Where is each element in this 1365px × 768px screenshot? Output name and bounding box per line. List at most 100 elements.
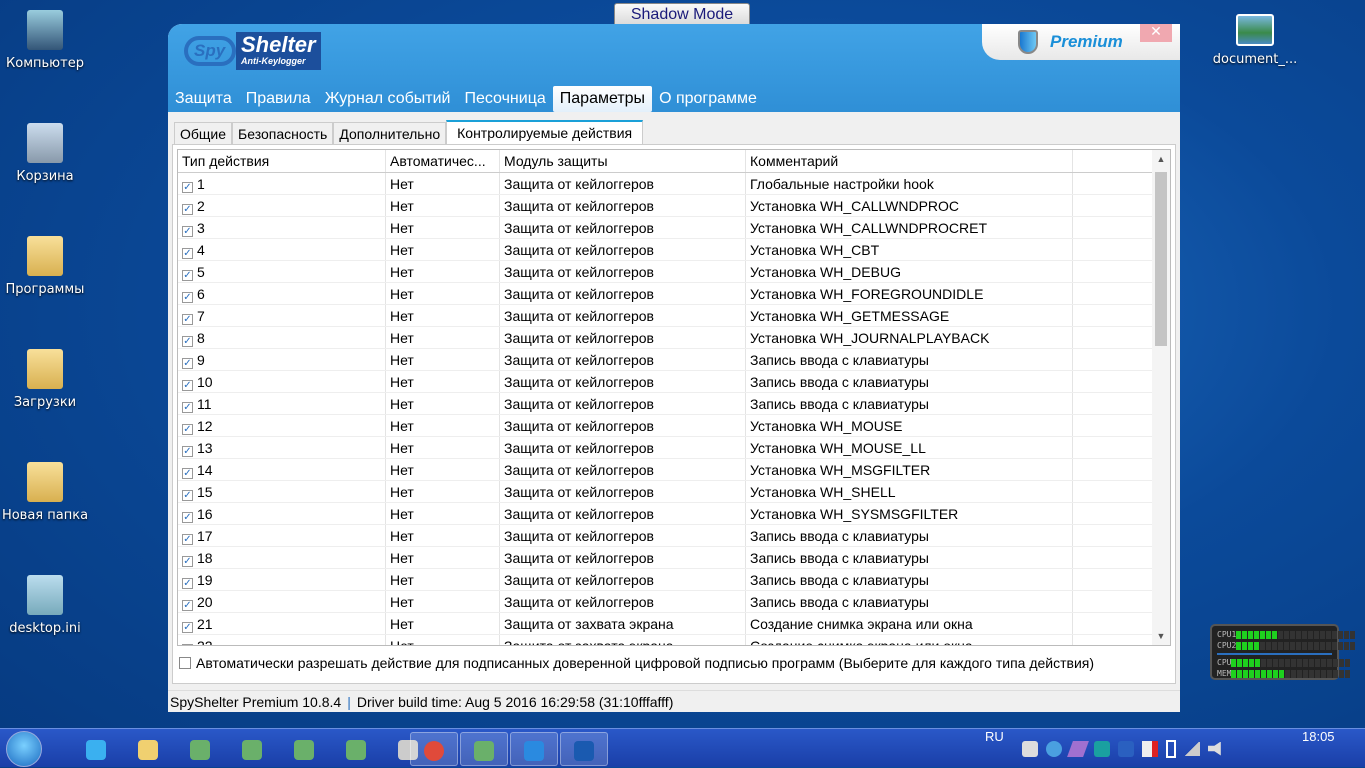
cpu-meter-gadget: CPU1 CPU2 CPU MEM [1210, 624, 1356, 680]
subtab-0[interactable]: Общие [174, 122, 233, 144]
desktop-icon-3[interactable]: Загрузки [0, 349, 90, 410]
table-header: Тип действия Автоматичес... Модуль защиты К… [178, 150, 1170, 173]
bar-segment [1236, 641, 1242, 650]
taskbar-item-5[interactable] [332, 732, 380, 766]
subtab-1[interactable]: Безопасность [232, 122, 334, 144]
cell: ✓ 13 [178, 437, 386, 458]
volume-icon[interactable] [1208, 741, 1221, 756]
vertical-scrollbar[interactable]: ▲ ▼ [1152, 150, 1170, 645]
checkbox-checked-icon[interactable]: ✓ [182, 182, 193, 193]
tab-1[interactable]: Правила [239, 86, 318, 112]
scroll-up-icon[interactable]: ▲ [1152, 150, 1170, 168]
checkbox-checked-icon[interactable]: ✓ [182, 446, 193, 457]
checkbox-checked-icon[interactable]: ✓ [182, 644, 193, 645]
tray-app-icon[interactable] [1022, 740, 1038, 757]
checkbox-icon[interactable] [179, 657, 191, 669]
table-row[interactable]: ✓ 5 Нет Защита от кейлоггеров Установка WH_D… [178, 261, 1170, 283]
checkbox-checked-icon[interactable]: ✓ [182, 490, 193, 501]
table-row[interactable]: ✓ 13 Нет Защита от кейлоггеров Установка WH_… [178, 437, 1170, 459]
clock[interactable]: 18:05 [1302, 729, 1335, 768]
checkbox-checked-icon[interactable]: ✓ [182, 270, 193, 281]
battery-icon[interactable] [1166, 739, 1176, 758]
checkbox-checked-icon[interactable]: ✓ [182, 512, 193, 523]
taskbar-item-9[interactable] [510, 732, 558, 766]
network-signal-icon[interactable] [1184, 741, 1200, 756]
action-center-icon[interactable] [1142, 740, 1158, 757]
desktop-icon-2[interactable]: Программы [0, 236, 90, 297]
checkbox-checked-icon[interactable]: ✓ [182, 424, 193, 435]
close-button[interactable]: ✕ [1140, 24, 1172, 42]
checkbox-checked-icon[interactable]: ✓ [182, 358, 193, 369]
table-row[interactable]: ✓ 16 Нет Защита от кейлоггеров Установка WH_… [178, 503, 1170, 525]
checkbox-checked-icon[interactable]: ✓ [182, 556, 193, 567]
table-row[interactable]: ✓ 1 Нет Защита от кейлоггеров Глобальные нас… [178, 173, 1170, 195]
desktop-icon-1[interactable]: Корзина [0, 123, 90, 184]
taskbar-item-8[interactable] [460, 732, 508, 766]
desktop-icon-0[interactable]: Компьютер [0, 10, 90, 71]
checkbox-checked-icon[interactable]: ✓ [182, 292, 193, 303]
desktop-icon-5[interactable]: desktop.ini [0, 575, 90, 636]
table-row[interactable]: ✓ 10 Нет Защита от кейлоггеров Запись ввода … [178, 371, 1170, 393]
column-header-2[interactable]: Модуль защиты [500, 150, 746, 172]
taskbar-item-7[interactable] [410, 732, 458, 766]
checkbox-checked-icon[interactable]: ✓ [182, 248, 193, 259]
table-row[interactable]: ✓ 6 Нет Защита от кейлоггеров Установка WH_F… [178, 283, 1170, 305]
table-row[interactable]: ✓ 19 Нет Защита от кейлоггеров Запись ввода … [178, 569, 1170, 591]
checkbox-checked-icon[interactable]: ✓ [182, 578, 193, 589]
scroll-thumb[interactable] [1155, 172, 1167, 346]
column-header-3[interactable]: Комментарий [746, 150, 1073, 172]
cell: ✓ 6 [178, 283, 386, 304]
checkbox-checked-icon[interactable]: ✓ [182, 336, 193, 347]
table-row[interactable]: ✓ 17 Нет Защита от кейлоггеров Запись ввода … [178, 525, 1170, 547]
tab-5[interactable]: О программе [652, 86, 764, 112]
table-row[interactable]: ✓ 8 Нет Защита от кейлоггеров Установка WH_J… [178, 327, 1170, 349]
checkbox-checked-icon[interactable]: ✓ [182, 468, 193, 479]
table-row[interactable]: ✓ 20 Нет Защита от кейлоггеров Запись ввода … [178, 591, 1170, 613]
tray-app-icon[interactable] [1046, 740, 1062, 757]
desktop-icon-4[interactable]: Новая папка [0, 462, 90, 523]
scroll-down-icon[interactable]: ▼ [1152, 627, 1170, 645]
table-row[interactable]: ✓ 18 Нет Защита от кейлоггеров Запись ввода … [178, 547, 1170, 569]
column-header-1[interactable]: Автоматичес... [386, 150, 500, 172]
taskbar-item-3[interactable] [228, 732, 276, 766]
taskbar-item-1[interactable] [124, 732, 172, 766]
table-row[interactable]: ✓ 12 Нет Защита от кейлоггеров Установка WH_… [178, 415, 1170, 437]
desktop-icon-document[interactable]: document_... [1210, 14, 1300, 67]
start-button[interactable] [6, 731, 42, 767]
subtab-3[interactable]: Контролируемые действия [446, 120, 644, 144]
table-row[interactable]: ✓ 14 Нет Защита от кейлоггеров Установка WH_… [178, 459, 1170, 481]
tab-3[interactable]: Песочница [457, 86, 552, 112]
tray-feather-icon[interactable] [1067, 740, 1089, 757]
column-header-0[interactable]: Тип действия [178, 150, 386, 172]
tray-cs-icon[interactable] [1118, 740, 1134, 757]
checkbox-checked-icon[interactable]: ✓ [182, 600, 193, 611]
table-row[interactable]: ✓ 15 Нет Защита от кейлоггеров Установка WH_… [178, 481, 1170, 503]
language-indicator[interactable]: RU [985, 729, 1004, 768]
checkbox-checked-icon[interactable]: ✓ [182, 402, 193, 413]
table-row[interactable]: ✓ 7 Нет Защита от кейлоггеров Установка WH_G… [178, 305, 1170, 327]
auto-allow-signed-checkbox[interactable]: Автоматически разрешать действие для под… [179, 655, 1094, 671]
tab-4[interactable]: Параметры [552, 86, 653, 112]
checkbox-checked-icon[interactable]: ✓ [182, 226, 193, 237]
table-row[interactable]: ✓ 3 Нет Защита от кейлоггеров Установка WH_C… [178, 217, 1170, 239]
checkbox-checked-icon[interactable]: ✓ [182, 534, 193, 545]
taskbar-item-2[interactable] [176, 732, 224, 766]
checkbox-checked-icon[interactable]: ✓ [182, 380, 193, 391]
tray-eset-icon[interactable] [1094, 740, 1110, 757]
table-row[interactable]: ✓ 4 Нет Защита от кейлоггеров Установка WH_C… [178, 239, 1170, 261]
tab-2[interactable]: Журнал событий [318, 86, 458, 112]
tab-0[interactable]: Защита [168, 86, 239, 112]
subtab-2[interactable]: Дополнительно [333, 122, 447, 144]
checkbox-checked-icon[interactable]: ✓ [182, 314, 193, 325]
cell-text: 7 [197, 308, 205, 324]
table-row[interactable]: ✓ 2 Нет Защита от кейлоггеров Установка WH_C… [178, 195, 1170, 217]
taskbar-item-4[interactable] [280, 732, 328, 766]
table-row[interactable]: ✓ 21 Нет Защита от захвата экрана Создание с… [178, 613, 1170, 635]
table-row[interactable]: ✓ 11 Нет Защита от кейлоггеров Запись ввода … [178, 393, 1170, 415]
table-row[interactable]: ✓ 22 Нет Защита от захвата экрана Создание с… [178, 635, 1170, 645]
taskbar-item-10[interactable] [560, 732, 608, 766]
table-row[interactable]: ✓ 9 Нет Защита от кейлоггеров Запись ввода с… [178, 349, 1170, 371]
checkbox-checked-icon[interactable]: ✓ [182, 622, 193, 633]
checkbox-checked-icon[interactable]: ✓ [182, 204, 193, 215]
taskbar-item-0[interactable] [72, 732, 120, 766]
